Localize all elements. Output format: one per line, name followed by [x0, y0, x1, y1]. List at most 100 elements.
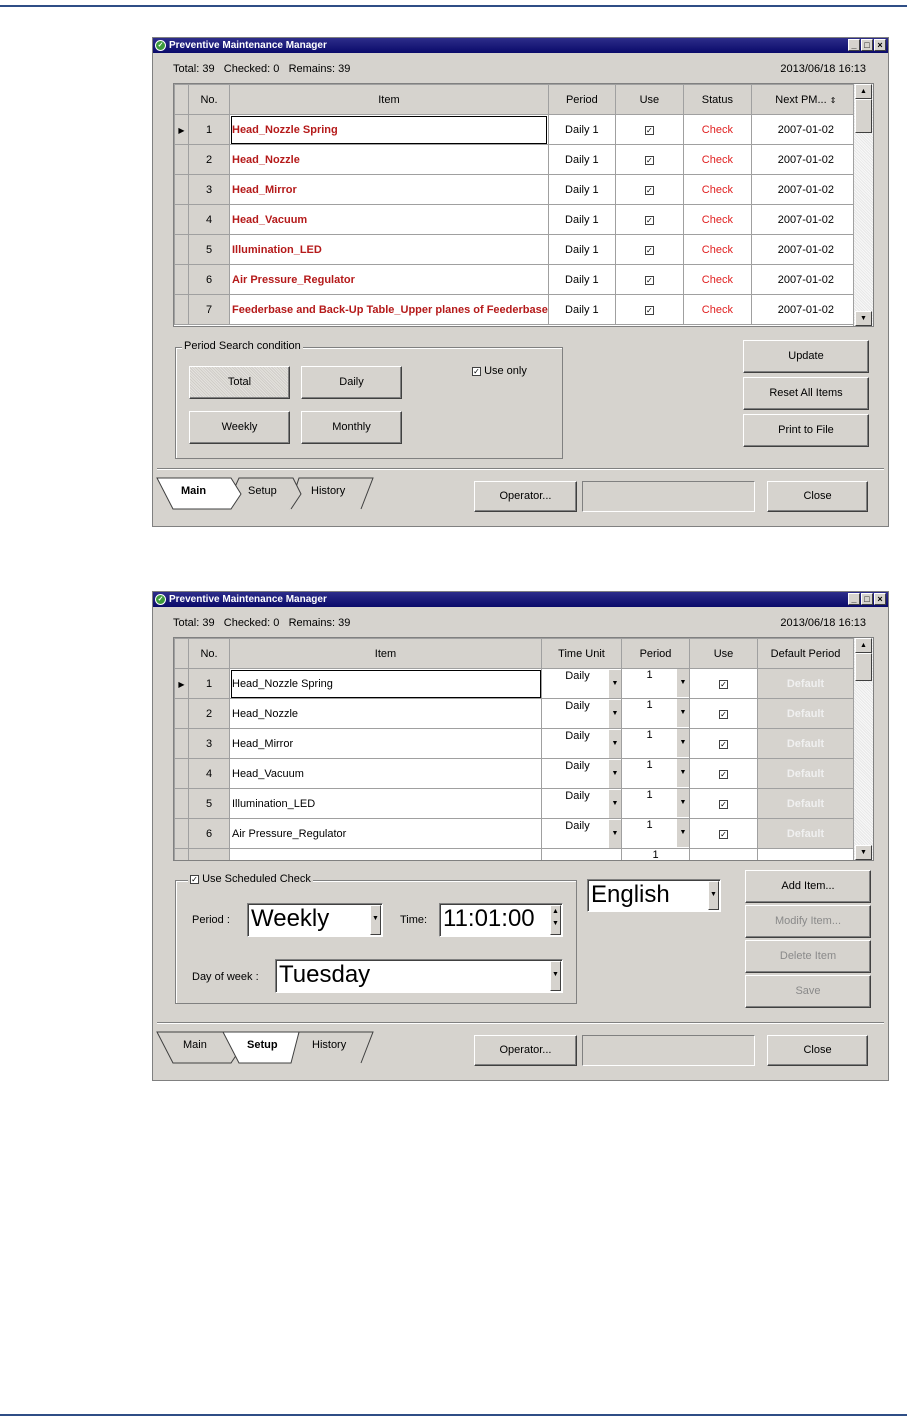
default-button[interactable]: Default	[757, 698, 854, 729]
filter-daily-button[interactable]: Daily	[301, 366, 402, 399]
row-selector[interactable]	[174, 294, 189, 325]
row-selector[interactable]: ▶	[174, 668, 189, 699]
use-cell[interactable]: ✓	[614, 204, 684, 235]
table-row[interactable]: 5 Illumination_LED ▼ Daily ▼ 1 ✓ Default	[174, 788, 854, 819]
time-unit-select[interactable]: ▼ Daily	[541, 698, 622, 729]
use-cell[interactable]: ✓	[689, 788, 758, 819]
checkmark-icon[interactable]: ✓	[719, 799, 728, 809]
chevron-down-icon[interactable]: ▼	[609, 759, 621, 788]
status-cell[interactable]: Check	[682, 144, 752, 175]
scheduled-check-toggle[interactable]: ✓ Use Scheduled Check	[188, 873, 313, 885]
col-status[interactable]: Status	[682, 84, 752, 115]
col-next-pm[interactable]: Next PM... ⇕	[750, 84, 861, 115]
save-button[interactable]: Save	[745, 975, 871, 1008]
status-cell[interactable]: Check	[682, 174, 752, 205]
filter-total-button[interactable]: Total	[189, 366, 290, 399]
item-cell[interactable]: Head_Nozzle	[229, 144, 549, 175]
maximize-button[interactable]: □	[861, 593, 873, 605]
chevron-down-icon[interactable]: ▼	[708, 881, 719, 910]
period-select[interactable]: ▼ 1	[621, 668, 690, 699]
checkmark-icon[interactable]: ✓	[644, 305, 654, 315]
item-cell[interactable]: Head_Vacuum	[229, 204, 549, 235]
use-cell[interactable]: ✓	[614, 264, 684, 295]
operator-button[interactable]: Operator...	[474, 1035, 577, 1066]
scroll-up-icon[interactable]: ▲	[855, 638, 872, 653]
checkmark-icon[interactable]: ✓	[644, 245, 654, 255]
col-use[interactable]: Use	[689, 638, 758, 669]
table-row[interactable]: 4 Head_Vacuum Daily 1 ✓ Check 2007-01-02	[174, 204, 861, 235]
chevron-down-icon[interactable]: ▼	[677, 789, 689, 817]
time-unit-select[interactable]: ▼ Daily	[541, 758, 622, 789]
vertical-scrollbar[interactable]: ▲ ▼	[853, 638, 873, 860]
add-item-button[interactable]: Add Item...	[745, 870, 871, 903]
row-selector[interactable]: ▶	[174, 114, 189, 145]
spin-arrows-icon[interactable]: ▲ ▼	[550, 905, 561, 935]
chevron-down-icon[interactable]: ▼	[677, 819, 689, 847]
use-cell[interactable]: ✓	[689, 758, 758, 789]
vertical-scrollbar[interactable]: ▲ ▼	[853, 84, 873, 326]
reset-all-items-button[interactable]: Reset All Items	[743, 377, 869, 410]
row-selector[interactable]	[174, 848, 189, 860]
default-button[interactable]: Default	[757, 668, 854, 699]
item-cell[interactable]: Head_Mirror	[229, 728, 542, 759]
chevron-down-icon[interactable]: ▼	[677, 669, 689, 697]
scroll-down-icon[interactable]: ▼	[855, 845, 872, 860]
use-cell[interactable]: ✓	[614, 234, 684, 265]
time-spinner[interactable]: 11:01:00 ▲ ▼	[439, 903, 563, 937]
table-row[interactable]: 4 Head_Vacuum ▼ Daily ▼ 1 ✓ Default	[174, 758, 854, 789]
close-window-button[interactable]: ×	[874, 39, 886, 51]
table-row[interactable]: 6 Air Pressure_Regulator Daily 1 ✓ Check 2007…	[174, 264, 861, 295]
chevron-down-icon[interactable]: ▼	[370, 905, 381, 935]
chevron-down-icon[interactable]: ▼	[677, 729, 689, 757]
table-row-partial[interactable]: 1	[174, 848, 854, 860]
col-time-unit[interactable]: Time Unit	[541, 638, 622, 669]
default-button[interactable]: Default	[757, 788, 854, 819]
language-select[interactable]: English ▼	[587, 879, 721, 912]
checkmark-icon[interactable]: ✓	[644, 185, 654, 195]
col-default-period[interactable]: Default Period	[757, 638, 854, 669]
table-row[interactable]: 5 Illumination_LED Daily 1 ✓ Check 2007-01-02	[174, 234, 861, 265]
row-selector[interactable]	[174, 144, 189, 175]
table-row[interactable]: ▶ 1 Head_Nozzle Spring ▼ Daily ▼ 1 ✓ Default	[174, 668, 854, 699]
scroll-thumb[interactable]	[855, 653, 872, 681]
scroll-up-icon[interactable]: ▲	[855, 84, 872, 99]
chevron-down-icon[interactable]: ▼	[550, 961, 561, 991]
chevron-down-icon[interactable]: ▼	[609, 699, 621, 728]
row-selector[interactable]	[174, 204, 189, 235]
delete-item-button[interactable]: Delete Item	[745, 940, 871, 973]
use-cell[interactable]: ✓	[689, 668, 758, 699]
row-selector[interactable]	[174, 234, 189, 265]
item-cell[interactable]: Feederbase and Back-Up Table_Upper plane…	[229, 294, 549, 325]
default-button[interactable]: Default	[757, 758, 854, 789]
checkmark-icon[interactable]: ✓	[719, 769, 728, 779]
period-select[interactable]: ▼ 1	[621, 788, 690, 819]
col-use[interactable]: Use	[614, 84, 684, 115]
status-cell[interactable]: Check	[682, 204, 752, 235]
checkmark-icon[interactable]: ✓	[719, 829, 728, 839]
chevron-down-icon[interactable]: ▼	[677, 759, 689, 787]
use-cell[interactable]: ✓	[689, 818, 758, 849]
use-only-checkbox[interactable]: ✓ Use only	[472, 365, 527, 377]
item-cell[interactable]: Head_Nozzle Spring	[229, 668, 542, 699]
time-unit-select[interactable]: ▼ Daily	[541, 818, 622, 849]
minimize-button[interactable]: _	[848, 593, 860, 605]
table-row[interactable]: 2 Head_Nozzle ▼ Daily ▼ 1 ✓ Default	[174, 698, 854, 729]
chevron-down-icon[interactable]: ▼	[677, 699, 689, 727]
checkmark-icon[interactable]: ✓	[719, 709, 728, 719]
table-row[interactable]: 2 Head_Nozzle Daily 1 ✓ Check 2007-01-02	[174, 144, 861, 175]
period-select[interactable]: ▼ 1	[621, 698, 690, 729]
maximize-button[interactable]: □	[861, 39, 873, 51]
checkmark-icon[interactable]: ✓	[719, 739, 728, 749]
use-cell[interactable]: ✓	[689, 698, 758, 729]
col-item[interactable]: Item	[229, 638, 542, 669]
row-selector[interactable]	[174, 698, 189, 729]
chevron-down-icon[interactable]: ▼	[609, 789, 621, 818]
col-period[interactable]: Period	[547, 84, 616, 115]
row-selector[interactable]	[174, 758, 189, 789]
item-cell[interactable]: Illumination_LED	[229, 234, 549, 265]
close-button[interactable]: Close	[767, 481, 868, 512]
period-select[interactable]: ▼ 1	[621, 728, 690, 759]
checkmark-icon[interactable]: ✓	[644, 215, 654, 225]
default-button[interactable]: Default	[757, 728, 854, 759]
table-row[interactable]: 6 Air Pressure_Regulator ▼ Daily ▼ 1 ✓ Default	[174, 818, 854, 849]
